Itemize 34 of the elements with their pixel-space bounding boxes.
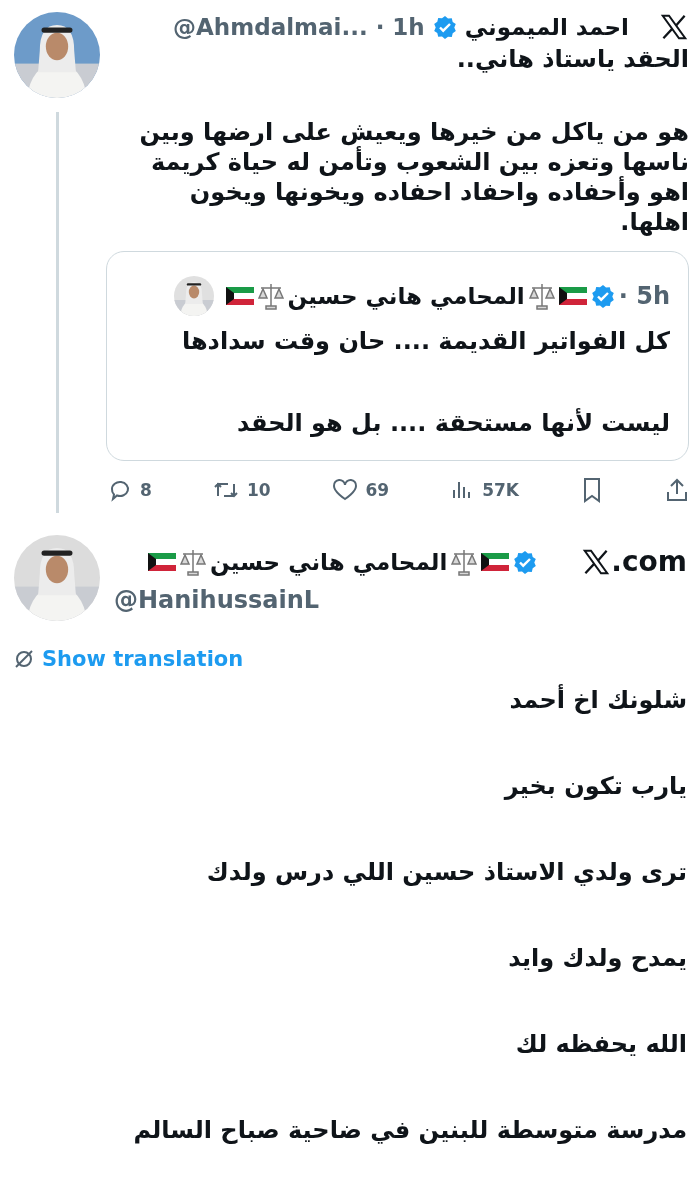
x-logo-icon [659,12,689,42]
scales-icon [180,547,207,576]
quoted-text: ليست لأنها مستحقة .... بل هو الحقد [236,408,670,438]
post-text: هو من ياكل من خيرها ويعيش على ارضها وبين ناسها وتعزه بين الشعوب وتأمن له حياة كريمة اهو وأحفاده واحفاد احفاده ويخونها ويخون اهلها. [138,117,689,237]
flag-icon [481,552,510,571]
author-name: المحامي هاني حسين [210,548,448,575]
post-text: مدرسة متوسطة للبنين في ضاحية صباح السالم [132,1115,687,1145]
author-handle: @Ahmdalmai... [173,14,368,40]
author-name: المحامي هاني حسين [287,283,525,309]
share-icon[interactable] [665,477,689,503]
repost-count[interactable]: 10 [246,480,271,500]
quoted-text: كل الفواتير القديمة .... حان وقت سدادها [180,326,670,356]
post-text: الله يحفظه لك [514,1029,687,1059]
heart-icon [331,478,358,502]
scales-icon [451,547,478,576]
author-handle: @HanihussainL [114,586,320,614]
post-text: يارب تكون بخير [502,771,687,801]
translate-icon [14,649,34,669]
post-text: يمدح ولدك وايد [507,943,687,973]
flag-icon [558,287,587,305]
post-text: ترى ولدي الاستاذ حسين اللي درس ولدك [205,857,687,887]
post-time: · 1h [375,14,425,40]
flag-icon [148,552,177,571]
post-text: الحقد ياستاذ هاني.. [455,44,689,74]
author-name: احمد الميموني [464,14,629,40]
post-text: شلونك اخ أحمد [508,685,687,715]
site-label: .com [611,545,687,578]
flag-icon [225,287,254,305]
views-count[interactable]: 57K [482,480,520,500]
like-count[interactable]: 69 [365,480,390,500]
scales-icon [257,282,284,310]
scales-icon [528,282,555,310]
post-time: · 5h [618,282,670,310]
reply-count[interactable]: 8 [140,480,152,500]
